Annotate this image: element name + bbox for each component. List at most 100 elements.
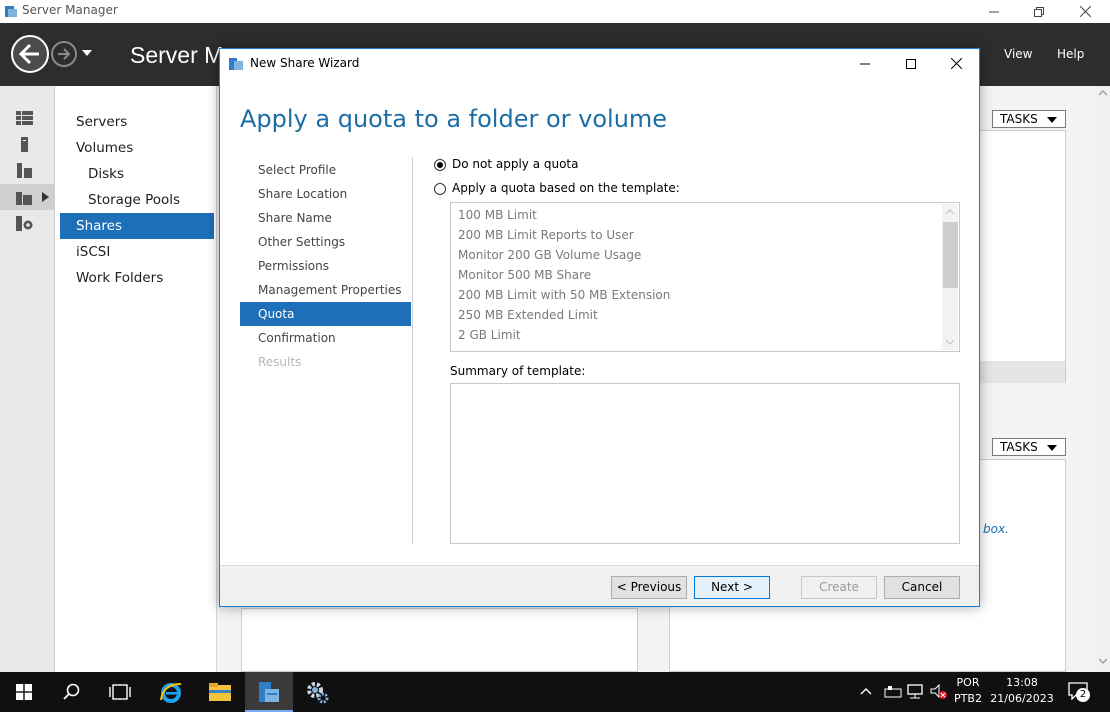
step-results: Results: [258, 355, 302, 369]
dropdown-caret-icon: [1047, 445, 1057, 451]
dashboard-icon[interactable]: [16, 111, 33, 126]
internet-explorer-button[interactable]: [147, 672, 195, 712]
scroll-up-icon[interactable]: [946, 209, 954, 214]
gear-icon: [307, 682, 329, 704]
dialog-close-button[interactable]: [933, 49, 979, 78]
step-share-location[interactable]: Share Location: [240, 182, 411, 206]
clock-date: 21/06/2023: [990, 692, 1054, 705]
list-item[interactable]: Monitor 500 MB Share: [458, 265, 591, 285]
file-storage-icon[interactable]: [16, 190, 33, 205]
server-manager-taskbar-button[interactable]: [245, 672, 293, 712]
template-list-scrollbar[interactable]: [942, 204, 958, 350]
maximize-icon: [906, 58, 916, 69]
folder-icon: [209, 683, 231, 701]
show-hidden-icons-icon[interactable]: [860, 687, 872, 695]
window-title: Server Manager: [22, 3, 118, 17]
internet-explorer-icon: [160, 683, 182, 703]
volume-muted-icon[interactable]: [930, 684, 948, 700]
arrow-right-icon: [58, 48, 71, 60]
nav-item-servers[interactable]: Servers: [60, 109, 214, 135]
new-share-wizard-dialog: New Share Wizard Apply a quota to a fold…: [219, 48, 980, 607]
step-confirmation[interactable]: Confirmation: [240, 326, 411, 350]
search-icon: [63, 683, 80, 700]
step-other-settings[interactable]: Other Settings: [240, 230, 411, 254]
taskbar: POR PTB2 13:08 21/06/2023 2: [0, 672, 1110, 712]
scroll-down-icon[interactable]: [946, 339, 954, 344]
template-list[interactable]: 100 MB Limit 200 MB Limit Reports to Use…: [450, 202, 960, 352]
restore-button[interactable]: [1016, 0, 1062, 23]
dialog-minimize-button[interactable]: [842, 49, 888, 78]
background-link-text[interactable]: box.: [983, 522, 1009, 536]
settings-taskbar-button[interactable]: [293, 672, 341, 712]
local-server-icon[interactable]: [16, 137, 33, 152]
nav-item-volumes[interactable]: Volumes: [60, 135, 214, 161]
next-button[interactable]: Next >: [694, 576, 770, 599]
scroll-up-icon[interactable]: [1099, 90, 1107, 96]
server-manager-icon: [5, 6, 17, 17]
windows-logo-icon: [16, 684, 32, 700]
summary-textbox[interactable]: [450, 383, 960, 544]
background-panel-left: [241, 608, 638, 672]
step-share-name[interactable]: Share Name: [240, 206, 411, 230]
minimize-button[interactable]: [971, 0, 1017, 23]
server-manager-titlebar: Server Manager: [0, 0, 1110, 23]
template-quota-radio[interactable]: [434, 183, 446, 195]
close-icon: [950, 58, 962, 69]
task-view-button[interactable]: [96, 672, 144, 712]
history-dropdown-icon[interactable]: [82, 50, 92, 56]
step-quota[interactable]: Quota: [240, 302, 411, 326]
close-window-button[interactable]: [1062, 0, 1108, 23]
file-explorer-button[interactable]: [196, 672, 244, 712]
list-item[interactable]: 100 MB Limit: [458, 205, 537, 225]
list-item[interactable]: Monitor 200 GB Volume Usage: [458, 245, 641, 265]
clock-time: 13:08: [1006, 676, 1038, 689]
main-scrollbar[interactable]: [1096, 86, 1110, 672]
expand-arrow-icon[interactable]: [42, 192, 49, 202]
step-management-properties[interactable]: Management Properties: [240, 278, 411, 302]
task-view-icon: [109, 684, 131, 700]
all-servers-icon[interactable]: [16, 163, 33, 178]
list-item[interactable]: 250 MB Extended Limit: [458, 305, 598, 325]
keyboard-layout: PTB2: [954, 692, 982, 705]
list-item[interactable]: 2 GB Limit: [458, 325, 521, 345]
network-adapter-icon[interactable]: [884, 685, 902, 699]
iis-role-icon[interactable]: [16, 216, 33, 231]
no-quota-radio[interactable]: [434, 159, 446, 171]
step-select-profile[interactable]: Select Profile: [240, 158, 411, 182]
previous-button[interactable]: < Previous: [611, 576, 687, 599]
menu-help[interactable]: Help: [1057, 47, 1084, 61]
server-manager-icon: [259, 682, 279, 702]
language-code: POR: [956, 676, 980, 689]
dialog-maximize-button[interactable]: [888, 49, 934, 78]
scroll-down-icon[interactable]: [1099, 658, 1107, 664]
nav-item-work-folders[interactable]: Work Folders: [60, 265, 214, 291]
network-icon[interactable]: [906, 684, 924, 700]
dialog-titlebar: New Share Wizard: [220, 49, 979, 78]
nav-item-disks[interactable]: Disks: [60, 161, 214, 187]
tasks-label: TASKS: [1000, 440, 1038, 454]
list-item[interactable]: 200 MB Limit Reports to User: [458, 225, 634, 245]
clock[interactable]: 13:08 21/06/2023: [990, 675, 1054, 707]
summary-label: Summary of template:: [450, 364, 586, 378]
action-center-button[interactable]: 2: [1068, 682, 1090, 702]
dropdown-caret-icon: [1047, 117, 1057, 123]
menu-view[interactable]: View: [1004, 47, 1032, 61]
cancel-button[interactable]: Cancel: [884, 576, 960, 599]
forward-button[interactable]: [51, 41, 77, 67]
template-quota-label[interactable]: Apply a quota based on the template:: [452, 181, 680, 195]
tasks-dropdown-2[interactable]: TASKS: [992, 438, 1066, 456]
no-quota-label[interactable]: Do not apply a quota: [452, 157, 579, 171]
scroll-thumb[interactable]: [943, 222, 958, 288]
nav-item-shares[interactable]: Shares: [60, 213, 214, 239]
wizard-icon: [229, 58, 243, 70]
input-language-indicator[interactable]: POR PTB2: [950, 675, 986, 707]
start-button[interactable]: [0, 672, 48, 712]
search-button[interactable]: [48, 672, 96, 712]
step-permissions[interactable]: Permissions: [240, 254, 411, 278]
minimize-icon: [860, 63, 870, 64]
list-item[interactable]: 200 MB Limit with 50 MB Extension: [458, 285, 670, 305]
nav-item-iscsi[interactable]: iSCSI: [60, 239, 214, 265]
nav-item-storage-pools[interactable]: Storage Pools: [60, 187, 214, 213]
tasks-dropdown-1[interactable]: TASKS: [992, 110, 1066, 128]
back-button[interactable]: [11, 35, 49, 73]
